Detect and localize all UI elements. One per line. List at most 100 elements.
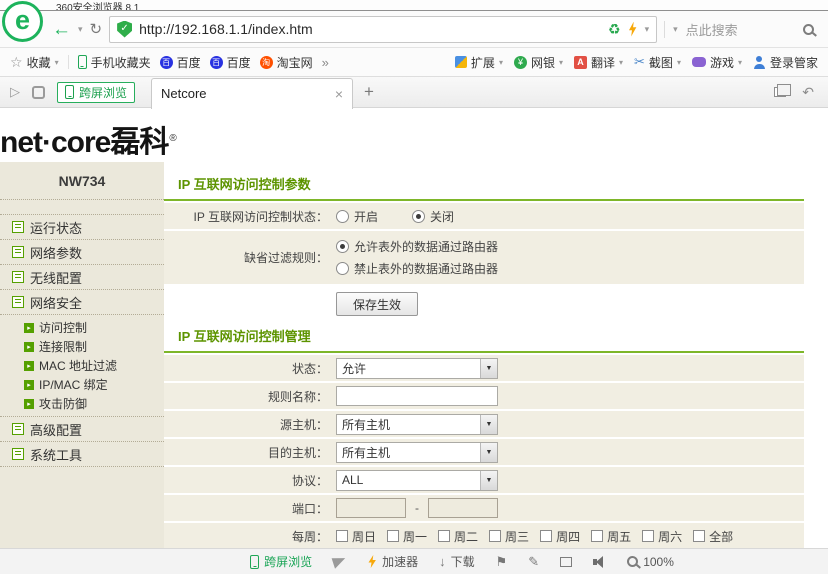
netbank-menu[interactable]: ¥ 网银 ▾: [514, 54, 563, 71]
menu-grid-icon: [12, 423, 24, 435]
radio-option-on[interactable]: 开启: [336, 208, 378, 225]
games-menu[interactable]: 游戏 ▾: [692, 54, 742, 71]
search-icon[interactable]: [803, 24, 814, 35]
url-box[interactable]: ✓ http://192.168.1.1/index.htm ♻ ▾: [109, 16, 657, 43]
row-source-host: 源主机： 所有主机 ▼: [164, 411, 804, 437]
sidebar-toggle-icon[interactable]: ▷: [10, 84, 20, 100]
port-start-input[interactable]: [336, 498, 406, 518]
pen-icon[interactable]: ✎: [528, 554, 539, 570]
bookmark-label: 手机收藏夹: [91, 54, 151, 71]
radio-option-deny[interactable]: 禁止表外的数据通过路由器: [336, 260, 498, 277]
weekday-checkbox-wed[interactable]: 周三: [489, 528, 529, 545]
extensions-menu[interactable]: 扩展 ▾: [455, 54, 503, 71]
sidebar-item-wireless-config[interactable]: 无线配置: [0, 265, 164, 290]
weekday-checkbox-all[interactable]: 全部: [693, 528, 733, 545]
status-accelerator-button[interactable]: 加速器: [367, 553, 418, 570]
status-cross-screen-button[interactable]: 跨屏浏览: [250, 553, 312, 570]
divider: [68, 55, 69, 69]
search-engine-chevron-icon[interactable]: ▾: [673, 24, 678, 35]
refresh-icon[interactable]: ↻: [90, 20, 103, 38]
more-bookmarks-chevron-icon[interactable]: »: [322, 55, 329, 70]
search-box[interactable]: ▾ 点此搜索: [664, 11, 828, 47]
report-flag-icon[interactable]: ⚑: [496, 554, 508, 570]
radio-icon[interactable]: [336, 210, 349, 223]
restore-tab-icon[interactable]: ↶: [802, 84, 814, 101]
speaker-icon[interactable]: [593, 556, 606, 568]
sidebar-item-network-security[interactable]: 网络安全: [0, 290, 164, 315]
sidebar-item-mac-filter[interactable]: ▸ MAC 地址过滤: [0, 356, 164, 375]
new-tab-button[interactable]: +: [364, 82, 374, 102]
port-end-input[interactable]: [428, 498, 498, 518]
sidebar-item-access-control[interactable]: ▸ 访问控制: [0, 318, 164, 337]
bird-icon[interactable]: [333, 556, 346, 567]
translate-menu[interactable]: A 翻译 ▾: [574, 54, 623, 71]
weekday-checkbox-thu[interactable]: 周四: [540, 528, 580, 545]
weekday-checkbox-sun[interactable]: 周日: [336, 528, 376, 545]
close-icon[interactable]: ×: [335, 86, 343, 102]
checkbox-icon[interactable]: [387, 530, 399, 542]
back-icon[interactable]: ←: [52, 20, 71, 39]
rule-name-input[interactable]: [336, 386, 498, 406]
status-download-button[interactable]: ↓ 下载: [439, 553, 475, 570]
dest-host-select[interactable]: 所有主机 ▼: [336, 442, 498, 463]
bookmark-baidu-1[interactable]: 百 百度: [160, 54, 201, 71]
screenshot-menu[interactable]: ✂ 截图 ▾: [634, 54, 681, 71]
app-launcher-icon[interactable]: [32, 86, 45, 99]
sidebar-item-attack-defense[interactable]: ▸ 攻击防御: [0, 394, 164, 413]
radio-checked-icon[interactable]: [412, 210, 425, 223]
checkbox-icon[interactable]: [591, 530, 603, 542]
search-placeholder[interactable]: 点此搜索: [686, 20, 738, 39]
lightning-icon[interactable]: [628, 22, 638, 37]
chevron-down-icon: ▾: [619, 58, 623, 67]
status-select[interactable]: 允许 ▼: [336, 358, 498, 379]
bookmark-taobao[interactable]: 淘 淘宝网: [260, 54, 313, 71]
radio-icon[interactable]: [336, 262, 349, 275]
radio-option-off[interactable]: 关闭: [412, 208, 454, 225]
login-manager-button[interactable]: 登录管家: [753, 54, 818, 71]
protocol-select[interactable]: ALL ▼: [336, 470, 498, 491]
cross-screen-button[interactable]: 跨屏浏览: [57, 82, 135, 103]
sidebar-item-ip-mac-binding[interactable]: ▸ IP/MAC 绑定: [0, 375, 164, 394]
checkbox-icon[interactable]: [489, 530, 501, 542]
weekday-checkbox-fri[interactable]: 周五: [591, 528, 631, 545]
weekday-checkbox-mon[interactable]: 周一: [387, 528, 427, 545]
bookmark-mobile-favorites[interactable]: 手机收藏夹: [78, 54, 151, 71]
sidebar-item-advanced-config[interactable]: 高级配置: [0, 417, 164, 442]
radio-checked-icon[interactable]: [336, 240, 349, 253]
source-host-select[interactable]: 所有主机 ▼: [336, 414, 498, 435]
zoom-control[interactable]: 100%: [627, 555, 674, 569]
weekday-checkbox-sat[interactable]: 周六: [642, 528, 682, 545]
web-page: net·core磊科 ® NW734 运行状态 网络参数 无线配置: [0, 108, 828, 574]
speed-mode-icon[interactable]: ♻: [608, 21, 621, 38]
checkbox-icon[interactable]: [438, 530, 450, 542]
url-text[interactable]: http://192.168.1.1/index.htm: [139, 21, 601, 37]
sidebar-item-running-status[interactable]: 运行状态: [0, 215, 164, 240]
favorites-label: 收藏: [27, 54, 51, 71]
row-status: 状态： 允许 ▼: [164, 355, 804, 381]
checkbox-label: 周二: [454, 528, 478, 545]
mode-chevron-down-icon[interactable]: ▾: [645, 24, 650, 35]
radio-option-allow[interactable]: 允许表外的数据通过路由器: [336, 238, 498, 255]
field-label: 端口：: [164, 500, 336, 517]
save-button[interactable]: 保存生效: [336, 292, 418, 316]
tile-windows-icon[interactable]: [774, 87, 786, 97]
chevron-down-icon: ▼: [480, 443, 497, 462]
checkbox-icon[interactable]: [642, 530, 654, 542]
row-rule-name: 规则名称：: [164, 383, 804, 409]
bookmark-label: 百度: [227, 54, 251, 71]
sidebar-item-connection-limit[interactable]: ▸ 连接限制: [0, 337, 164, 356]
checkbox-icon[interactable]: [336, 530, 348, 542]
history-chevron-down-icon[interactable]: ▾: [78, 24, 83, 35]
sidebar-item-system-tools[interactable]: 系统工具: [0, 442, 164, 467]
browser-logo-icon: e: [2, 1, 43, 42]
favorites-menu[interactable]: ☆ 收藏 ▾: [10, 54, 59, 71]
checkbox-icon[interactable]: [540, 530, 552, 542]
window-icon[interactable]: [560, 557, 572, 567]
sidebar-item-network-params[interactable]: 网络参数: [0, 240, 164, 265]
tab-netcore[interactable]: Netcore ×: [151, 78, 353, 109]
checkbox-icon[interactable]: [693, 530, 705, 542]
bookmark-baidu-2[interactable]: 百 百度: [210, 54, 251, 71]
status-bar: 跨屏浏览 加速器 ↓ 下载 ⚑ ✎ 100%: [0, 548, 828, 574]
translate-icon: A: [574, 56, 587, 69]
weekday-checkbox-tue[interactable]: 周二: [438, 528, 478, 545]
